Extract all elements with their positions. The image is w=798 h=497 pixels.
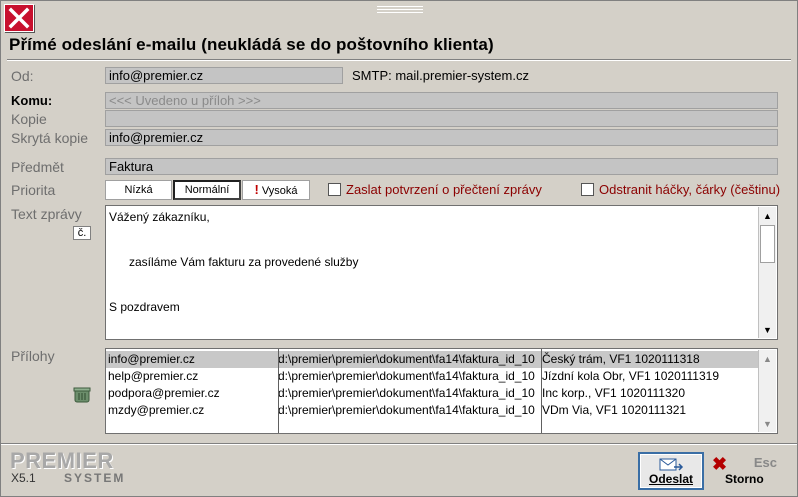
message-line [109,225,755,240]
czech-chars-button[interactable]: č. [73,226,91,240]
attachment-email: info@premier.cz [108,352,195,366]
send-button[interactable]: Odeslat [638,452,704,490]
title-divider [7,59,791,61]
scroll-up-icon[interactable]: ▲ [759,350,776,367]
attachment-row[interactable]: info@premier.cz d:\premier\premier\dokume… [106,351,758,368]
esc-shortcut: Esc [753,455,777,470]
scroll-up-icon[interactable]: ▲ [759,207,776,224]
attachments-scrollbar[interactable]: ▲ ▼ [758,350,776,432]
read-receipt-checkbox[interactable]: Zaslat potvrzení o přečtení zprávy [328,182,542,197]
scroll-thumb[interactable] [760,225,775,263]
strip-diacritics-label: Odstranit háčky, čárky (češtinu) [599,182,781,197]
message-line [109,270,755,285]
to-label: Komu: [11,93,53,108]
scroll-down-icon[interactable]: ▼ [759,321,776,338]
to-field[interactable]: <<< Uvedeno u příloh >>> [105,92,778,109]
attachment-description: Inc korp., VF1 1020111320 [542,386,685,400]
dialog-title: Přímé odeslání e-mailu (neukládá se do p… [9,35,494,54]
attachment-path: d:\premier\premier\dokument\fa14\faktura… [278,369,535,383]
message-line: Vážený zákazníku, [109,210,210,224]
attachment-email: help@premier.cz [108,369,199,383]
version-label: X5.1 [11,471,36,485]
message-line [109,285,755,300]
message-scrollbar[interactable]: ▲ ▼ [758,207,776,338]
attachment-row[interactable]: help@premier.cz d:\premier\premier\dokume… [106,368,758,385]
footer-divider [1,443,797,445]
attachment-row[interactable]: mzdy@premier.cz d:\premier\premier\dokume… [106,402,758,419]
cancel-button[interactable]: ✖ Esc Storno [709,452,781,490]
attachments-label: Přílohy [11,348,55,364]
attachment-row[interactable]: podpora@premier.cz d:\premier\premier\dok… [106,385,758,402]
message-line: S pozdravem [109,300,180,314]
subject-field[interactable]: Faktura [105,158,778,175]
premier-logo: PREMIER X5.1 SYSTEM [10,448,123,486]
attachment-path: d:\premier\premier\dokument\fa14\faktura… [278,352,535,366]
column-divider [541,349,542,433]
smtp-server-text: SMTP: mail.premier-system.cz [352,68,529,83]
cancel-label: Storno [725,472,764,486]
attachment-description: Jízdní kola Obr, VF1 1020111319 [542,369,720,383]
strip-diacritics-checkbox[interactable]: Odstranit háčky, čárky (češtinu) [581,182,780,197]
column-divider [278,349,279,433]
message-label: Text zprávy [11,206,82,222]
priority-high-button[interactable]: ! Vysoká [242,180,310,200]
from-field[interactable]: info@premier.cz [105,67,343,84]
attachment-description: Český trám, VF1 1020111318 [542,352,700,366]
send-label: Odeslat [648,472,693,486]
read-receipt-label: Zaslat potvrzení o přečtení zprávy [346,182,542,197]
message-textarea[interactable]: Vážený zákazníku, zasíláme Vám fakturu z… [105,205,778,340]
message-line [109,240,755,255]
close-button[interactable] [4,4,34,32]
cc-field[interactable] [105,110,778,127]
strip-diacritics-box[interactable] [581,183,594,196]
priority-low-button[interactable]: Nízká [105,180,172,200]
exclamation-icon: ! [254,182,259,197]
bcc-field[interactable]: info@premier.cz [105,129,778,146]
logo-subtitle: SYSTEM [64,471,126,485]
attachments-list[interactable]: info@premier.cz d:\premier\premier\dokume… [105,348,778,434]
read-receipt-box[interactable] [328,183,341,196]
subject-label: Předmět [11,159,64,175]
recycle-bin-icon [73,387,91,403]
message-text[interactable]: Vážený zákazníku, zasíláme Vám fakturu z… [109,210,755,315]
delete-attachment-button[interactable] [71,387,93,403]
close-icon [8,7,30,29]
attachment-description: VDm Via, VF1 1020111321 [542,403,687,417]
cc-label: Kopie [11,111,47,127]
attachment-email: mzdy@premier.cz [108,403,205,417]
email-dialog: Přímé odeslání e-mailu (neukládá se do p… [0,0,798,497]
priority-normal-button[interactable]: Normální [173,180,241,200]
attachment-path: d:\premier\premier\dokument\fa14\faktura… [278,403,535,417]
scroll-down-icon[interactable]: ▼ [759,415,776,432]
bcc-label: Skrytá kopie [11,130,89,146]
message-line: zasíláme Vám fakturu za provedené služby [109,255,359,269]
logo-text: PREMIER [10,448,114,473]
attachment-email: podpora@premier.cz [108,386,220,400]
send-mail-icon [659,458,684,471]
drag-handle[interactable] [377,6,423,16]
priority-label: Priorita [11,182,56,198]
priority-high-label: Vysoká [261,185,298,197]
attachment-path: d:\premier\premier\dokument\fa14\faktura… [278,386,535,400]
from-label: Od: [11,68,34,84]
